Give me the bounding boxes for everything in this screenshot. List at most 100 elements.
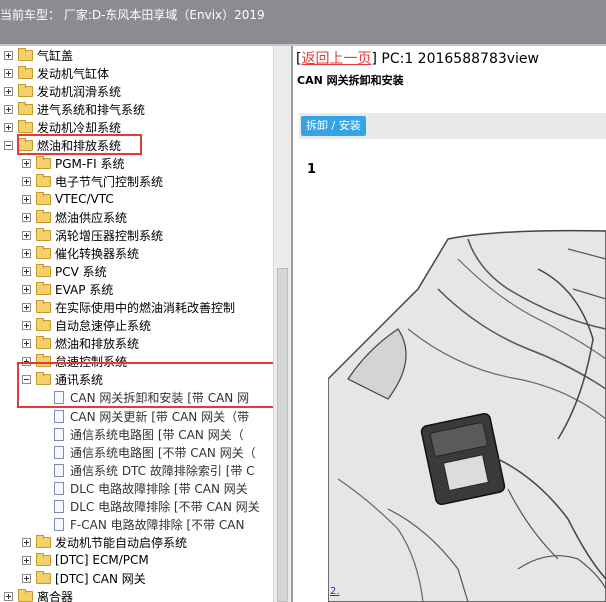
scrollbar-thumb[interactable] bbox=[277, 268, 288, 602]
component-illustration bbox=[328, 229, 606, 602]
folder-icon bbox=[36, 552, 51, 566]
collapse-icon[interactable] bbox=[4, 140, 13, 150]
expand-icon[interactable] bbox=[4, 122, 13, 132]
current-vehicle-title: 当前车型： 厂家:D-东风本田享域（Envix）2019 bbox=[0, 8, 265, 22]
tab-removal-install[interactable]: 拆卸 / 安装 bbox=[301, 116, 366, 136]
tree-item-label: 发动机气缸体 bbox=[37, 66, 110, 81]
tree-folder-item[interactable]: 燃油供应系统 bbox=[22, 208, 127, 226]
tree-document-item[interactable]: CAN 网关更新 [带 CAN 网关（带 bbox=[54, 407, 249, 425]
tree-folder-item[interactable]: 燃油和排放系统 bbox=[22, 335, 139, 353]
highlight-box-fuel-emission bbox=[17, 134, 142, 155]
tree-folder-item[interactable]: 自动怠速停止系统 bbox=[22, 317, 151, 335]
folder-icon bbox=[36, 570, 51, 584]
tree-folder-item[interactable]: VTEC/VTC bbox=[22, 190, 114, 208]
tree-folder-item[interactable]: 发动机润滑系统 bbox=[4, 82, 121, 100]
expand-icon[interactable] bbox=[22, 267, 31, 277]
expand-icon[interactable] bbox=[22, 176, 31, 186]
tree-item-label: 通信系统 DTC 故障排除索引 [带 C bbox=[70, 463, 255, 478]
document-icon bbox=[54, 409, 64, 423]
expand-icon[interactable] bbox=[4, 592, 13, 601]
document-icon bbox=[54, 445, 64, 459]
tree-item-label: DLC 电路故障排除 [不带 CAN 网关 bbox=[70, 499, 260, 514]
expand-icon[interactable] bbox=[22, 212, 31, 222]
tree-document-item[interactable]: F-CAN 电路故障排除 [不带 CAN bbox=[54, 515, 245, 533]
folder-icon bbox=[36, 264, 51, 278]
highlight-box-communication bbox=[17, 362, 283, 408]
document-icon bbox=[54, 499, 64, 513]
figure-callout[interactable]: 2. bbox=[330, 586, 340, 597]
step-number: 1 bbox=[307, 162, 317, 177]
expand-icon[interactable] bbox=[4, 68, 13, 78]
expand-icon[interactable] bbox=[22, 303, 31, 313]
tree-folder-item[interactable]: 离合器 bbox=[4, 588, 73, 602]
expand-icon[interactable] bbox=[22, 194, 31, 204]
folder-icon bbox=[18, 47, 33, 61]
page-subtitle: CAN 网关拆卸和安装 bbox=[297, 74, 404, 87]
page-info: PC:1 2016588783view bbox=[381, 51, 539, 67]
expand-icon[interactable] bbox=[22, 555, 31, 565]
folder-icon bbox=[36, 191, 51, 205]
tree-item-label: [DTC] CAN 网关 bbox=[55, 571, 146, 586]
tree-folder-item[interactable]: PCV 系统 bbox=[22, 263, 107, 281]
expand-icon[interactable] bbox=[22, 231, 31, 240]
folder-icon bbox=[18, 65, 33, 79]
folder-icon bbox=[18, 83, 33, 97]
tree-item-label: VTEC/VTC bbox=[55, 192, 114, 207]
title-bar: 当前车型： 厂家:D-东风本田享域（Envix）2019 bbox=[0, 0, 606, 44]
tree-item-label: 涡轮增压器控制系统 bbox=[55, 229, 164, 243]
tree-document-item[interactable]: DLC 电路故障排除 [带 CAN 网关 bbox=[54, 479, 248, 497]
tree-item-label: 通信系统电路图 [不带 CAN 网关（ bbox=[70, 445, 256, 460]
tree-folder-item[interactable]: 催化转换器系统 bbox=[22, 245, 139, 263]
tree-folder-item[interactable]: 发动机节能自动启停系统 bbox=[22, 533, 187, 551]
expand-icon[interactable] bbox=[22, 321, 31, 331]
expand-icon[interactable] bbox=[22, 285, 31, 295]
tree-document-item[interactable]: 通信系统电路图 [带 CAN 网关（ bbox=[54, 425, 244, 443]
tree-folder-item[interactable]: [DTC] ECM/PCM bbox=[22, 551, 149, 569]
folder-icon bbox=[36, 300, 51, 314]
expand-icon[interactable] bbox=[22, 158, 31, 168]
expand-icon[interactable] bbox=[22, 249, 31, 259]
tree-folder-item[interactable]: 发动机气缸体 bbox=[4, 64, 109, 82]
folder-icon bbox=[36, 282, 51, 296]
folder-icon bbox=[18, 101, 33, 115]
tree-item-label: 在实际使用中的燃油消耗改善控制 bbox=[55, 301, 236, 316]
expand-icon[interactable] bbox=[22, 537, 31, 547]
tree-folder-item[interactable]: 进气系统和排气系统 bbox=[4, 100, 145, 118]
folder-icon bbox=[36, 318, 51, 332]
document-icon bbox=[54, 481, 64, 495]
tree-item-label: 电子节气门控制系统 bbox=[55, 174, 164, 189]
folder-icon bbox=[36, 534, 51, 548]
tree-item-label: 通信系统电路图 [带 CAN 网关（ bbox=[70, 427, 244, 442]
tree-folder-item[interactable]: EVAP 系统 bbox=[22, 281, 113, 299]
tree-item-label: PCV 系统 bbox=[55, 265, 107, 280]
back-link[interactable]: 返回上一页 bbox=[301, 51, 371, 67]
tree-item-label: EVAP 系统 bbox=[55, 283, 114, 298]
tree-item-label: 发动机润滑系统 bbox=[37, 84, 122, 99]
tree-item-label: PGM-FI 系统 bbox=[55, 156, 125, 171]
tree-folder-item[interactable]: 在实际使用中的燃油消耗改善控制 bbox=[22, 299, 235, 317]
tree-folder-item[interactable]: 涡轮增压器控制系统 bbox=[22, 227, 163, 245]
expand-icon[interactable] bbox=[22, 573, 31, 583]
tree-folder-item[interactable]: 气缸盖 bbox=[4, 46, 73, 64]
folder-icon bbox=[36, 173, 51, 187]
tree-document-item[interactable]: DLC 电路故障排除 [不带 CAN 网关 bbox=[54, 497, 260, 515]
tree-document-item[interactable]: 通信系统 DTC 故障排除索引 [带 C bbox=[54, 461, 255, 479]
tree-document-item[interactable]: 通信系统电路图 [不带 CAN 网关（ bbox=[54, 443, 256, 461]
tree-item-label: 自动怠速停止系统 bbox=[55, 319, 152, 334]
expand-icon[interactable] bbox=[22, 339, 31, 349]
folder-icon bbox=[36, 228, 51, 241]
tree-folder-item[interactable]: 电子节气门控制系统 bbox=[22, 172, 163, 190]
expand-icon[interactable] bbox=[4, 104, 13, 114]
tree-scrollbar[interactable] bbox=[273, 46, 291, 602]
expand-icon[interactable] bbox=[4, 50, 13, 60]
folder-icon bbox=[36, 209, 51, 223]
tree-item-label: 燃油和排放系统 bbox=[55, 337, 140, 352]
navigation-tree[interactable]: 气缸盖 发动机气缸体 发动机润滑系统 进气系统和排气系统 发动机冷却系统 燃油和排放系统 P… bbox=[0, 46, 273, 602]
tree-item-label: 催化转换器系统 bbox=[55, 247, 140, 262]
expand-icon[interactable] bbox=[4, 86, 13, 96]
tree-item-label: 燃油供应系统 bbox=[55, 210, 128, 225]
tree-item-label: F-CAN 电路故障排除 [不带 CAN bbox=[70, 517, 245, 532]
tree-folder-item[interactable]: [DTC] CAN 网关 bbox=[22, 569, 146, 587]
tree-item-label: CAN 网关更新 [带 CAN 网关（带 bbox=[70, 409, 250, 424]
tree-folder-item[interactable]: PGM-FI 系统 bbox=[22, 154, 124, 172]
